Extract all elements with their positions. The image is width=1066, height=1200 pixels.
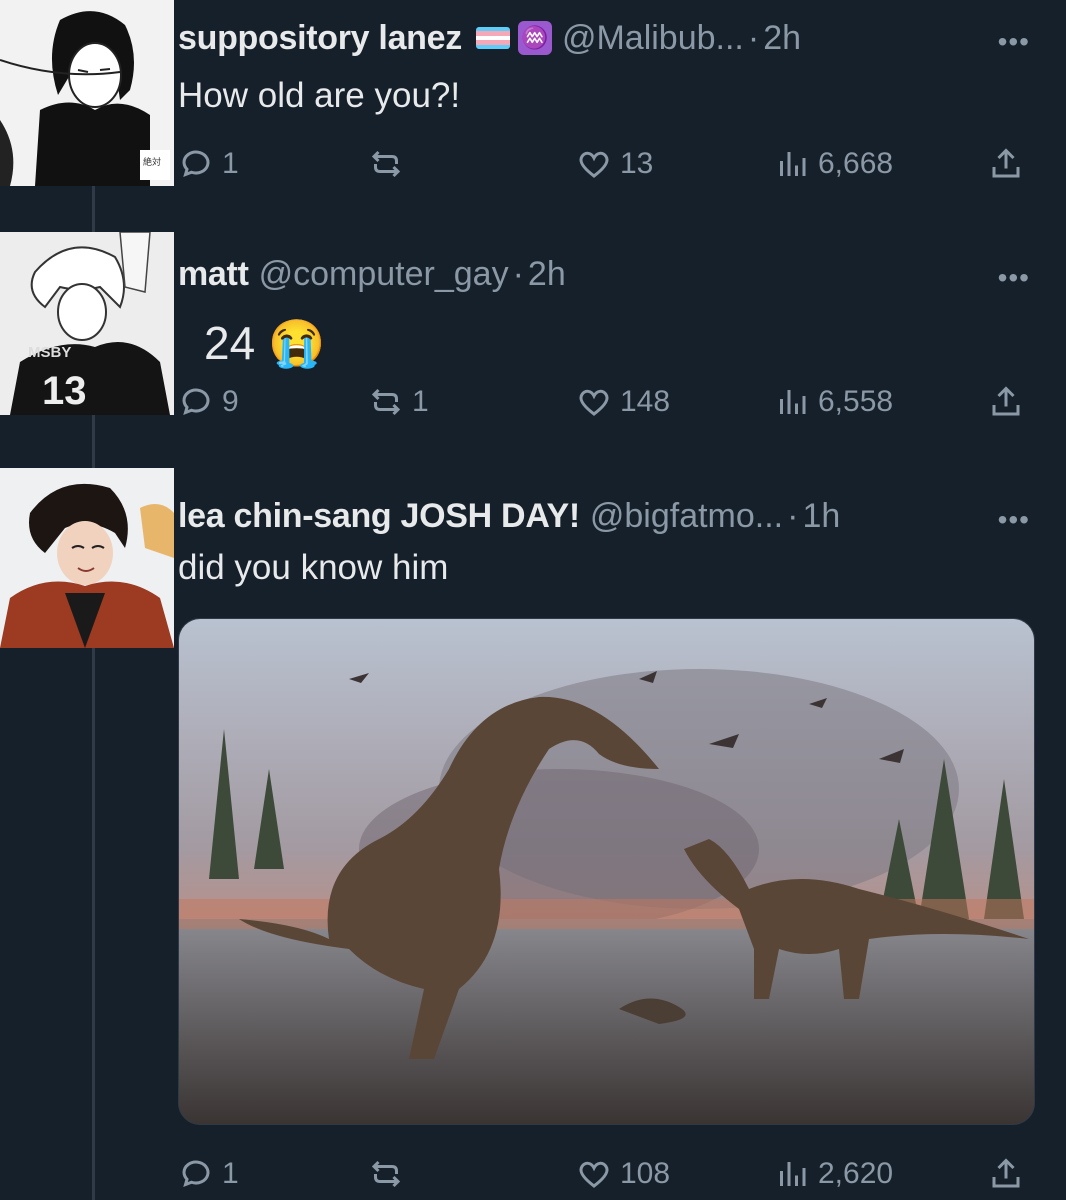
heart-icon — [579, 151, 609, 178]
display-name[interactable]: suppository lanez — [178, 19, 462, 58]
tweet-text: 24 😭 — [204, 317, 326, 369]
display-name[interactable]: matt — [178, 255, 249, 294]
tweet-3[interactable]: lea chin-sang JOSH DAY! @bigfatmo... · 1… — [0, 468, 1066, 1200]
tweet-header: matt @computer_gay · 2h — [178, 254, 566, 294]
avatar[interactable]: 絶対 — [0, 0, 174, 186]
heart-icon — [579, 389, 609, 416]
reply-count: 1 — [222, 1157, 239, 1190]
user-handle[interactable]: @Malibub... — [562, 19, 744, 58]
tweet-media-image[interactable] — [178, 618, 1035, 1125]
reply-button[interactable]: 1 — [178, 1152, 239, 1196]
reply-button[interactable]: 9 — [178, 380, 239, 424]
views-icon — [780, 152, 806, 176]
view-count: 6,558 — [818, 385, 894, 418]
svg-text:MSBY: MSBY — [28, 344, 71, 361]
reply-button[interactable]: 1 — [178, 142, 239, 186]
tweet-text: did you know him — [178, 548, 449, 587]
tweet-actions: 1 108 2,620 — [178, 1152, 1048, 1196]
timestamp[interactable]: 2h — [528, 255, 566, 294]
views-icon — [780, 390, 806, 414]
more-options-button[interactable]: ••• — [998, 26, 1030, 58]
tweet-actions: 1 13 6,668 — [178, 142, 1048, 186]
repost-icon — [371, 1160, 401, 1188]
tweet-text: How old are you?! — [178, 76, 461, 115]
like-button[interactable]: 148 — [576, 380, 670, 424]
repost-icon — [371, 388, 401, 416]
like-button[interactable]: 108 — [576, 1152, 670, 1196]
repost-button[interactable] — [368, 1152, 412, 1196]
dinosaur-illustration — [179, 619, 1034, 1124]
tweet-header: suppository lanez ♒ @Malibub... · 2h — [178, 18, 801, 58]
view-count: 6,668 — [818, 147, 894, 180]
reply-icon — [182, 1160, 210, 1187]
repost-icon — [371, 150, 401, 178]
views-icon — [780, 1162, 806, 1186]
share-icon — [992, 1158, 1020, 1188]
transgender-flag-icon — [475, 27, 510, 49]
repost-count: 1 — [412, 385, 429, 418]
separator: · — [512, 254, 524, 293]
views-button[interactable]: 6,668 — [774, 142, 893, 186]
avatar[interactable] — [0, 468, 174, 648]
more-options-button[interactable]: ••• — [998, 262, 1030, 294]
reply-icon — [182, 150, 210, 177]
tweet-1[interactable]: 絶対 suppository lanez ♒ @Malibub... · 2h … — [0, 0, 1066, 200]
user-handle[interactable]: @computer_gay — [259, 255, 509, 294]
reply-count: 1 — [222, 147, 239, 180]
views-button[interactable]: 6,558 — [774, 380, 893, 424]
share-button[interactable] — [988, 142, 1024, 186]
share-button[interactable] — [988, 1152, 1024, 1196]
svg-text:13: 13 — [42, 369, 87, 413]
repost-button[interactable] — [368, 142, 412, 186]
views-button[interactable]: 2,620 — [774, 1152, 893, 1196]
svg-text:絶対: 絶対 — [143, 156, 161, 167]
tweet-actions: 9 1 148 6,558 — [178, 380, 1048, 424]
tweet-header: lea chin-sang JOSH DAY! @bigfatmo... · 1… — [178, 496, 840, 536]
reply-count: 9 — [222, 385, 239, 418]
share-button[interactable] — [988, 380, 1024, 424]
like-count: 108 — [620, 1157, 671, 1190]
user-handle[interactable]: @bigfatmo... — [590, 497, 783, 536]
heart-icon — [579, 1161, 609, 1188]
share-icon — [992, 148, 1020, 178]
separator: · — [787, 496, 799, 535]
share-icon — [992, 386, 1020, 416]
display-name[interactable]: lea chin-sang JOSH DAY! — [178, 497, 580, 536]
view-count: 2,620 — [818, 1157, 894, 1190]
avatar[interactable]: MSBY 13 — [0, 232, 174, 415]
timestamp[interactable]: 1h — [802, 497, 840, 536]
like-count: 148 — [620, 385, 671, 418]
timestamp[interactable]: 2h — [763, 19, 801, 58]
more-options-button[interactable]: ••• — [998, 504, 1030, 536]
separator: · — [747, 18, 760, 57]
reply-icon — [182, 388, 210, 415]
like-count: 13 — [620, 147, 654, 180]
like-button[interactable]: 13 — [576, 142, 653, 186]
tweet-2[interactable]: MSBY 13 matt @computer_gay · 2h ••• 24 😭… — [0, 230, 1066, 430]
aquarius-icon: ♒ — [517, 21, 552, 55]
repost-button[interactable]: 1 — [368, 380, 429, 424]
